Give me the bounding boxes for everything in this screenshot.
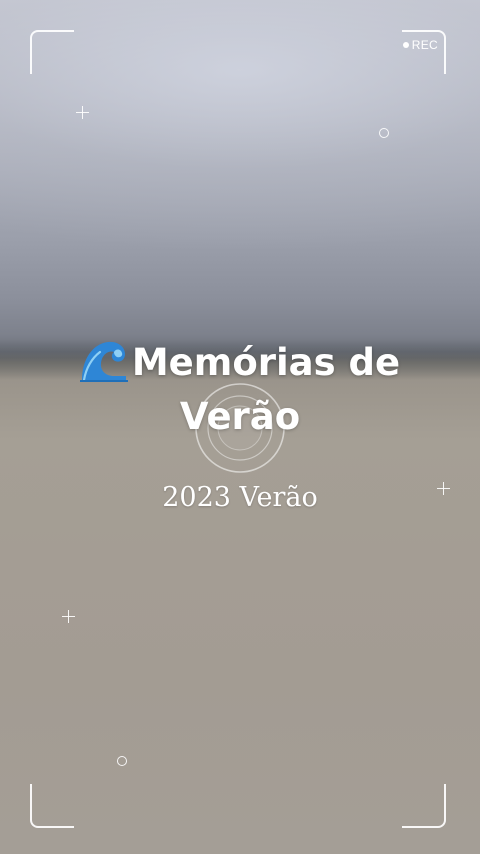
corner-bracket-bottom-right bbox=[402, 784, 446, 828]
corner-bracket-bottom-left bbox=[30, 784, 74, 828]
corner-bracket-top-left bbox=[30, 30, 74, 74]
video-frame: REC Memórias de Verão 2023 Verão bbox=[0, 0, 480, 854]
circle-marker-icon bbox=[379, 128, 389, 138]
corner-bracket-top-right bbox=[402, 30, 446, 74]
circle-marker-icon bbox=[117, 756, 127, 766]
plus-marker-icon bbox=[62, 610, 75, 623]
title-text-line-2: Verão bbox=[179, 395, 301, 438]
rec-dot-icon bbox=[402, 42, 409, 48]
title-line-1: Memórias de bbox=[0, 336, 480, 390]
plus-marker-icon bbox=[76, 106, 89, 119]
rec-indicator: REC bbox=[402, 38, 438, 52]
page-title: Memórias de Verão bbox=[0, 336, 480, 444]
title-text-line-1: Memórias de bbox=[131, 341, 401, 384]
subtitle: 2023 Verão bbox=[162, 482, 318, 513]
rec-label: REC bbox=[411, 38, 438, 52]
water-wave-icon bbox=[79, 341, 128, 382]
